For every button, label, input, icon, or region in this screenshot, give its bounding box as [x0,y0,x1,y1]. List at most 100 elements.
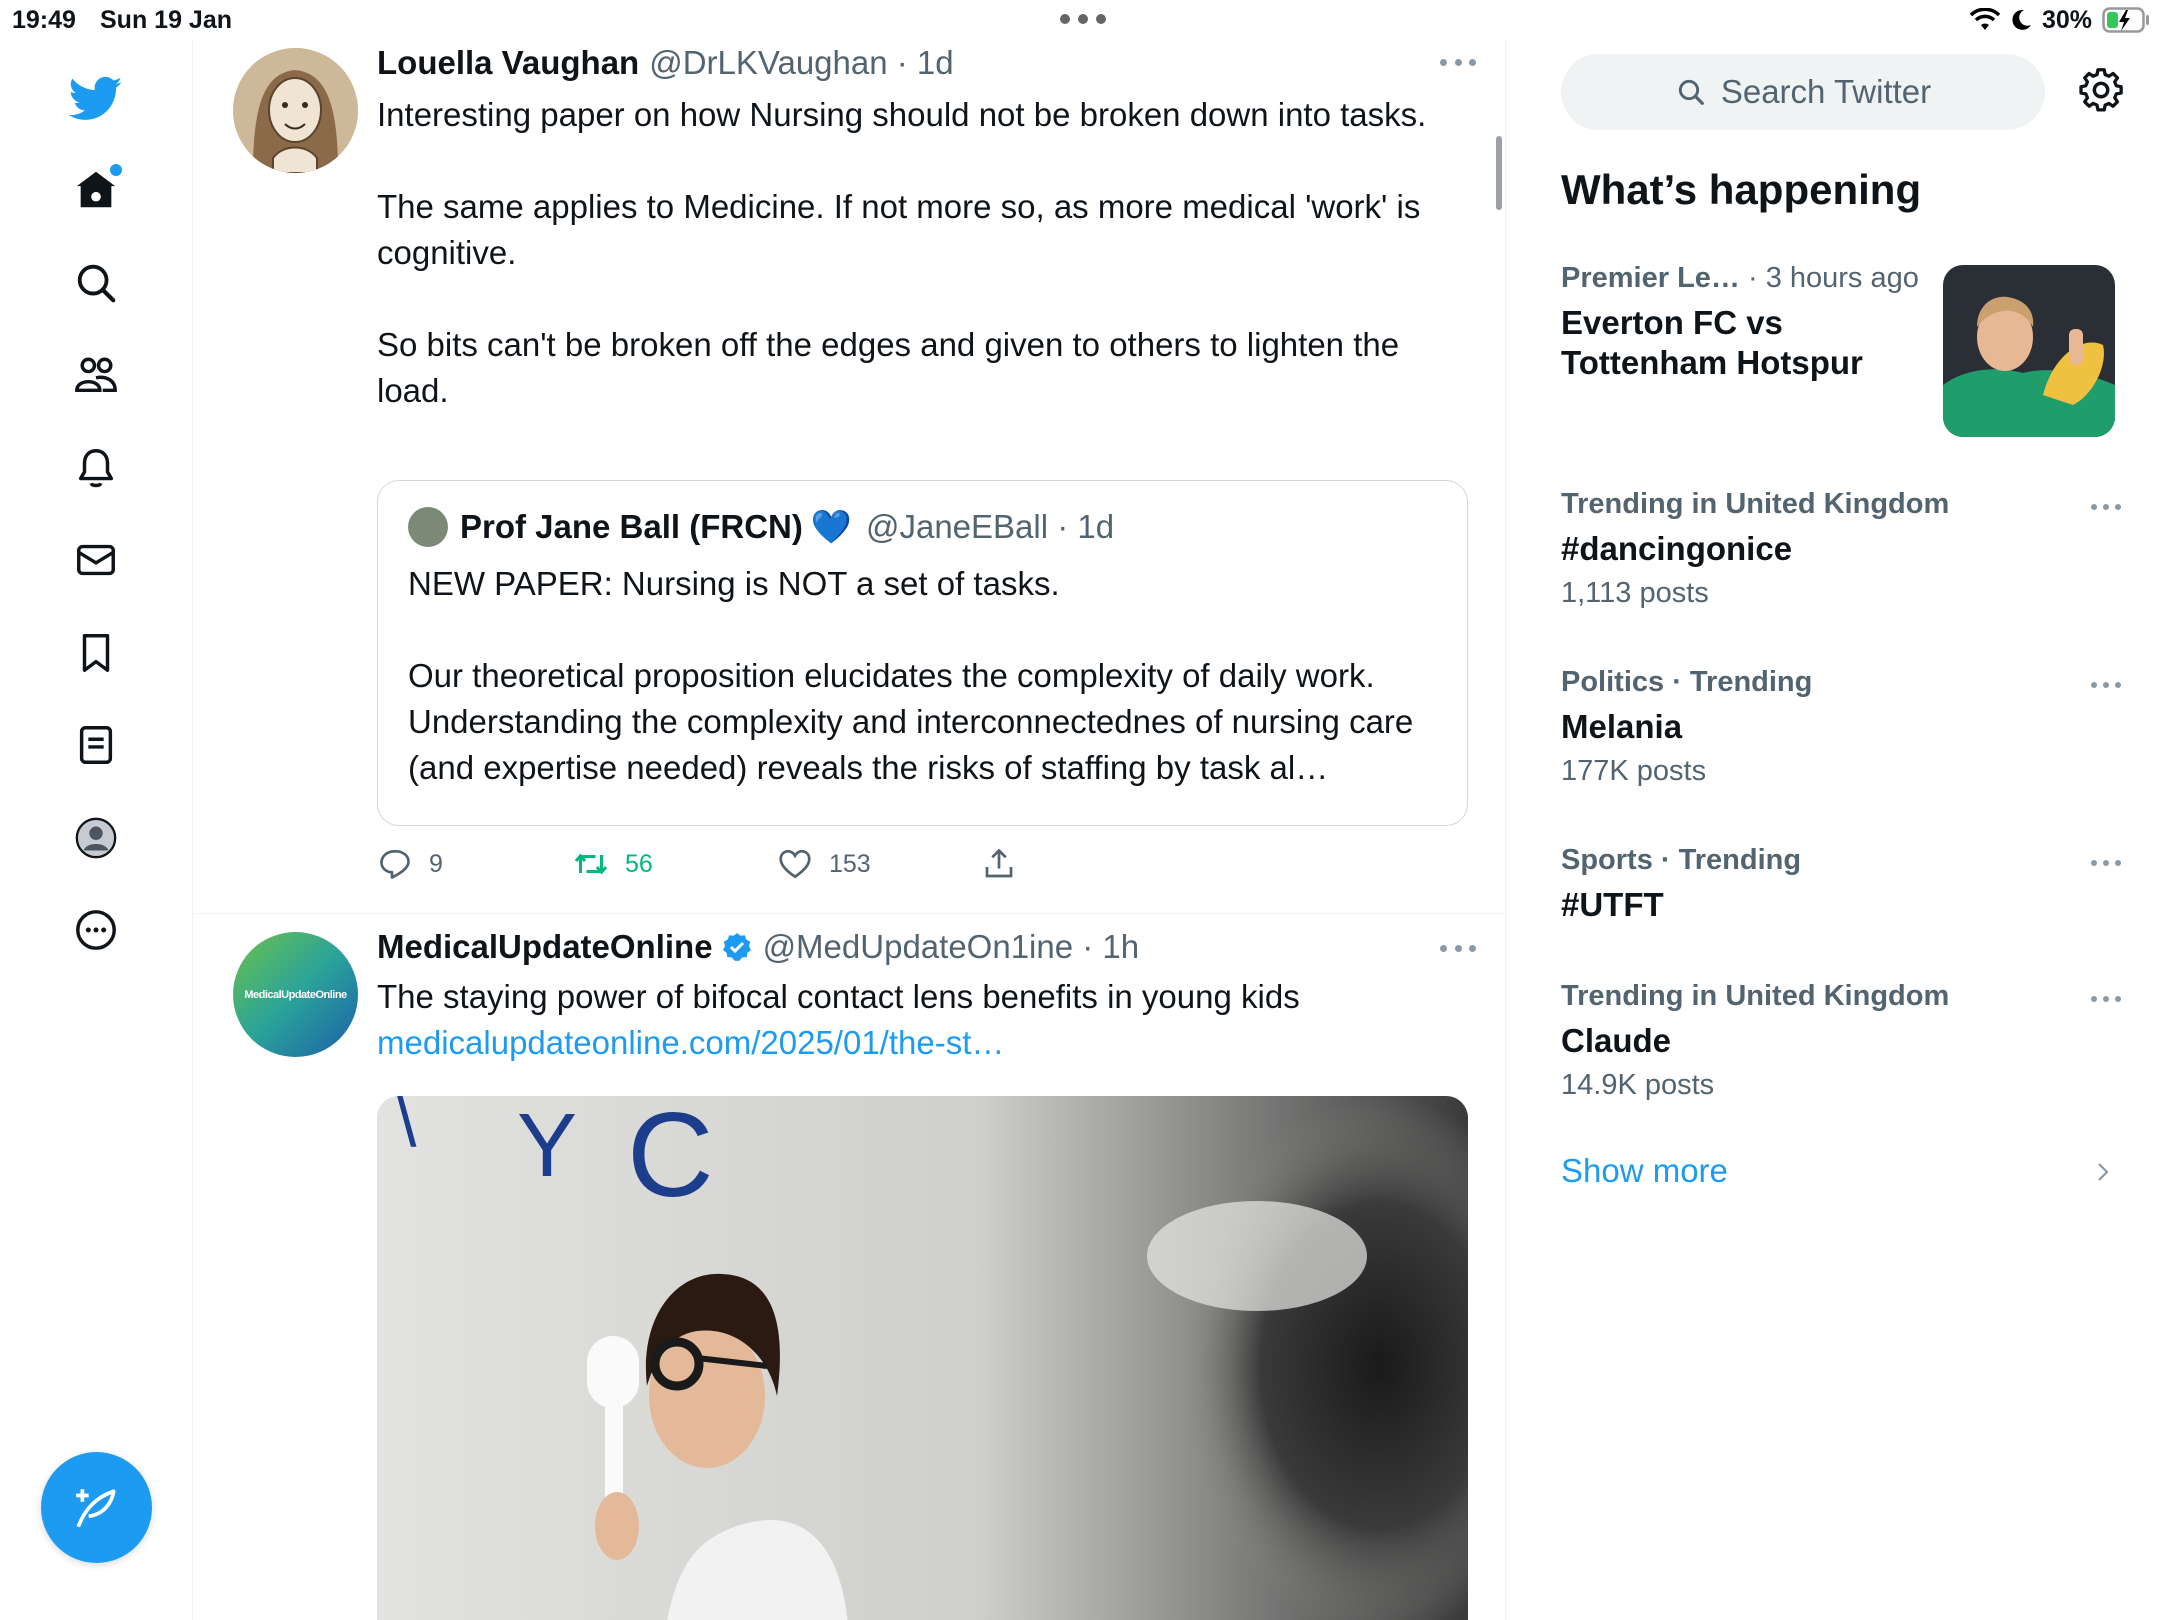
tweet-paragraph: The same applies to Medicine. If not mor… [377,188,1421,271]
share-icon [985,848,1013,878]
messages-envelope-icon[interactable] [64,528,128,592]
tweet-text: The staying power of bifocal contact len… [377,974,1457,1066]
home-notification-dot [110,164,122,176]
communities-icon[interactable] [64,343,128,407]
profile-avatar-icon[interactable] [64,806,128,870]
author-name[interactable]: MedicalUpdateOnline [377,928,713,966]
status-time: 19:49 [12,6,76,34]
tweet[interactable]: MedicalUpdateOnline MedicalUpdateOnline … [194,914,1505,1620]
trend-more-icon[interactable] [2091,994,2121,1004]
tweet[interactable]: Louella Vaughan @DrLKVaughan · 1d Intere… [194,40,1505,914]
quoted-author-avatar [408,507,448,547]
retweet-button[interactable]: 56 [573,840,653,888]
tweet-actions: 9 56 153 [377,840,1277,888]
quoted-author-handle: @JaneEBall · 1d [865,508,1115,545]
author-name[interactable]: Louella Vaughan [377,44,639,82]
share-button[interactable] [981,840,1017,888]
trend-more-icon[interactable] [2091,680,2121,690]
article-link[interactable]: medicalupdateonline.com/2025/01/the-st… [377,1020,1457,1066]
wifi-icon [1969,8,2000,30]
lists-icon[interactable] [64,713,128,777]
whats-happening-heading: What’s happening [1561,166,1922,213]
trend-meta: Sports · Trending [1561,844,2121,877]
battery-charging-icon [2102,7,2149,33]
trend-topic: #dancingonice [1561,530,1793,567]
show-more-link[interactable]: Show more [1561,1152,2121,1190]
avatar[interactable] [233,48,358,173]
twitter-logo-icon[interactable] [64,66,128,130]
multitasking-dots-icon[interactable] [1060,4,1106,34]
tweet-body: The staying power of bifocal contact len… [377,978,1300,1015]
trend-meta: Politics · Trending [1561,666,2121,699]
quoted-author-name: Prof Jane Ball (FRCN) [460,508,803,545]
reply-button[interactable]: 9 [377,840,443,888]
show-more-label: Show more [1561,1152,1728,1189]
quoted-tweet-card[interactable]: Prof Jane Ball (FRCN) 💙 @JaneEBall · 1d … [377,480,1468,826]
trend-thumbnail-image[interactable] [1943,265,2115,437]
trend-category: Politics · Trending [1561,666,1813,698]
tweet-header: MedicalUpdateOnline @MedUpdateOn1ine · 1… [377,928,1139,966]
search-icon[interactable] [64,251,128,315]
battery-percent: 30% [2041,5,2092,34]
reply-icon [380,849,410,879]
caricature-avatar-image [233,48,358,173]
trend-category: Trending in United Kingdom [1561,980,1950,1012]
right-sidebar: Search Twitter What’s happening Premier … [1507,40,2160,1620]
goalkeeper-photo [1943,265,2115,437]
trend-topic: #UTFT [1561,886,1664,923]
trend-topic: Claude [1561,1022,1672,1059]
trend-post-count: 1,113 posts [1561,577,1709,609]
tweet-more-icon[interactable] [1440,942,1476,954]
trend-post-count: 14.9K posts [1561,1069,1715,1101]
heart-icon [779,849,811,879]
notifications-bell-icon[interactable] [64,436,128,500]
trend-more-icon[interactable] [2091,502,2121,512]
trend-meta: Trending in United Kingdom [1561,980,2121,1013]
status-date: Sun 19 Jan [100,6,232,34]
trend-meta: Trending in United Kingdom [1561,488,2121,521]
blue-heart-emoji: 💙 [810,507,852,545]
status-indicators: 30% [1969,5,2150,35]
quoted-tweet-text: NEW PAPER: Nursing is NOT a set of tasks… [408,561,1448,791]
compose-tweet-button[interactable] [41,1452,152,1563]
trend-meta: Premier Le… · 3 hours ago [1561,262,1941,295]
like-button[interactable]: 153 [777,840,871,888]
avatar[interactable]: MedicalUpdateOnline [233,932,358,1057]
trend-category: Sports · Trending [1561,844,1802,876]
search-input[interactable]: Search Twitter [1561,54,2045,130]
reply-count: 9 [429,849,443,878]
tweet-media-image[interactable]: \ Y C [377,1096,1468,1620]
settings-button[interactable] [2077,66,2127,116]
quoted-tweet-header: Prof Jane Ball (FRCN) 💙 @JaneEBall · 1d [408,507,1114,547]
chevron-right-icon [2098,1163,2109,1181]
svg-text:C: C [627,1096,714,1222]
trend-post-count: 177K posts [1561,755,1707,787]
bookmarks-icon[interactable] [64,621,128,685]
author-handle[interactable]: @DrLKVaughan · 1d [649,44,953,82]
avatar-logo-text: MedicalUpdateOnline [244,988,347,1001]
retweet-count: 56 [625,849,653,878]
search-icon [1678,79,1704,105]
trend-item[interactable]: Premier Le… · 3 hours ago Everton FC vs … [1561,262,1941,383]
eye-test-photo: \ Y C [377,1096,1468,1620]
verified-badge-icon [722,933,751,961]
trend-category: Premier Le… [1561,262,1740,294]
search-placeholder: Search Twitter [1720,73,1932,110]
svg-text:Y: Y [517,1096,577,1196]
timeline[interactable]: Louella Vaughan @DrLKVaughan · 1d Intere… [194,40,1506,1620]
tweet-text: Interesting paper on how Nursing should … [377,92,1457,414]
trend-topic: Melania [1561,708,1683,745]
trend-item[interactable]: Trending in United Kingdom #dancingonice… [1561,488,2121,610]
author-handle[interactable]: @MedUpdateOn1ine · 1h [763,928,1140,966]
tweet-paragraph: Interesting paper on how Nursing should … [377,96,1427,133]
quoted-paragraph: NEW PAPER: Nursing is NOT a set of tasks… [408,565,1060,602]
more-options-circle-icon[interactable] [64,898,128,962]
trend-more-icon[interactable] [2091,858,2121,868]
trend-item[interactable]: Trending in United Kingdom Claude 14.9K … [1561,980,2121,1102]
trend-item[interactable]: Politics · Trending Melania 177K posts [1561,666,2121,788]
home-icon[interactable] [64,158,128,222]
svg-text:\: \ [397,1096,417,1161]
status-bar: 19:49 Sun 19 Jan 30% [0,0,2160,40]
trend-item[interactable]: Sports · Trending #UTFT [1561,844,2121,925]
tweet-more-icon[interactable] [1440,56,1476,68]
